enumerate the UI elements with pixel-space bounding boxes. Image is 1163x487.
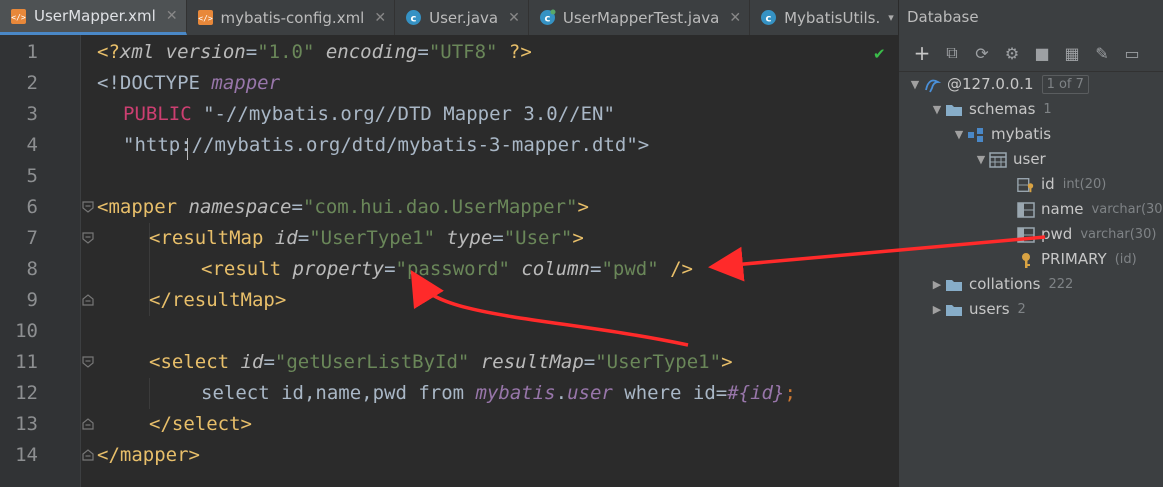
database-panel: Database + ⧉ ⟳ ⚙ ■ ▦ ✎ ▭ ▼ @127.0.0.1 1 … (898, 0, 1163, 487)
tab-label: UserMapperTest.java (562, 8, 720, 27)
column-icon (1017, 226, 1035, 244)
chevron-down-icon[interactable]: ▼ (929, 97, 945, 122)
chevron-down-icon[interactable]: ▾ (888, 11, 894, 24)
code-area[interactable]: <?xml version="1.0" encoding="UTF8" ?> <… (97, 35, 898, 487)
java-test-class-icon: c (539, 9, 556, 26)
svg-text:</>: </> (198, 14, 213, 23)
svg-text:</>: </> (11, 13, 26, 22)
line-number-gutter: 1 2 3 4 5 6 7 8 9 10 11 12 13 14 (0, 35, 81, 487)
code-line-7: <resultMap id="UserType1" type="User"> (149, 227, 584, 249)
tree-item-users[interactable]: ▶ users 2 (929, 297, 1026, 322)
chevron-down-icon[interactable]: ▼ (907, 72, 923, 97)
chevron-down-icon[interactable]: ▼ (973, 147, 989, 172)
tab-usermapper-xml[interactable]: </> UserMapper.xml ✕ (0, 0, 187, 35)
svg-text:c: c (766, 14, 772, 25)
java-class-icon: c (760, 9, 777, 26)
line-number: 7 (26, 227, 38, 249)
tree-item-key-primary[interactable]: PRIMARY (id) (1017, 247, 1137, 272)
close-icon[interactable]: ✕ (374, 10, 386, 26)
code-line-2: <!DOCTYPE mapper (97, 72, 281, 94)
line-number: 5 (26, 165, 38, 187)
xml-file-icon: </> (197, 9, 214, 26)
line-number: 9 (26, 289, 38, 311)
code-editor[interactable]: 1 2 3 4 5 6 7 8 9 10 11 12 13 14 ✔ <?xml… (0, 35, 898, 487)
code-line-9: </resultMap> (149, 289, 287, 311)
code-line-6: <mapper namespace="com.hui.dao.UserMappe… (97, 196, 589, 218)
fold-close-icon[interactable] (81, 293, 95, 307)
chevron-right-icon[interactable]: ▶ (929, 297, 945, 322)
tab-label: MybatisUtils. (784, 8, 881, 27)
tab-user-java[interactable]: c User.java ✕ (395, 0, 529, 35)
tab-mybatis-config-xml[interactable]: </> mybatis-config.xml ✕ (187, 0, 396, 35)
line-number: 14 (15, 444, 38, 466)
table-view-icon[interactable]: ▦ (1057, 38, 1087, 68)
line-number: 6 (26, 196, 38, 218)
fold-close-icon[interactable] (81, 417, 95, 431)
console-icon[interactable]: ▭ (1117, 38, 1147, 68)
copy-icon[interactable]: ⧉ (937, 38, 967, 68)
fold-open-icon[interactable] (81, 200, 95, 214)
tree-item-table-user[interactable]: ▼ user (973, 147, 1046, 172)
folder-icon (945, 301, 963, 319)
code-line-11: <select id="getUserListById" resultMap="… (149, 351, 733, 373)
fold-open-icon[interactable] (81, 231, 95, 245)
fold-close-icon[interactable] (81, 448, 95, 462)
fold-open-icon[interactable] (81, 355, 95, 369)
tree-item-column-pwd[interactable]: pwd varchar(30) (1017, 222, 1156, 247)
tab-usermappertest-java[interactable]: c UserMapperTest.java ✕ (529, 0, 751, 35)
refresh-icon[interactable]: ⟳ (967, 38, 997, 68)
tab-label: mybatis-config.xml (220, 8, 365, 27)
stop-icon[interactable]: ■ (1027, 38, 1057, 68)
code-line-14: </mapper> (97, 444, 200, 466)
code-line-12: select id,name,pwd from mybatis.user whe… (201, 382, 796, 404)
code-line-4: "http://mybatis.org/dtd/mybatis-3-mapper… (123, 134, 650, 156)
tools-icon[interactable]: ⚙ (997, 38, 1027, 68)
chevron-down-icon[interactable]: ▼ (951, 122, 967, 147)
line-number: 8 (26, 258, 38, 280)
line-number: 13 (15, 413, 38, 435)
tab-mybatisutils-java[interactable]: c MybatisUtils. ▾ (750, 0, 898, 35)
key-icon (1017, 251, 1035, 269)
mysql-datasource-icon (923, 76, 941, 94)
chevron-right-icon[interactable]: ▶ (929, 272, 945, 297)
tab-label: User.java (429, 8, 499, 27)
code-line-13: </select> (149, 413, 252, 435)
tree-item-schemas[interactable]: ▼ schemas 1 (929, 97, 1052, 122)
edit-icon[interactable]: ✎ (1087, 38, 1117, 68)
code-line-1: <?xml version="1.0" encoding="UTF8" ?> (97, 41, 532, 63)
line-number: 4 (26, 134, 38, 156)
folder-icon (945, 276, 963, 294)
line-number: 2 (26, 72, 38, 94)
close-icon[interactable]: ✕ (729, 10, 741, 26)
tree-item-column-name[interactable]: name varchar(30 (1017, 197, 1163, 222)
close-icon[interactable]: ✕ (508, 10, 520, 26)
column-icon (1017, 201, 1035, 219)
table-icon (989, 151, 1007, 169)
text-cursor (187, 138, 188, 160)
svg-text:c: c (544, 14, 550, 25)
close-icon[interactable]: ✕ (166, 8, 178, 24)
tab-label: UserMapper.xml (34, 7, 156, 25)
primary-key-column-icon (1017, 176, 1035, 194)
code-line-3: PUBLIC "-//mybatis.org//DTD Mapper 3.0//… (123, 103, 615, 125)
add-icon[interactable]: + (907, 38, 937, 68)
line-number: 1 (26, 41, 38, 63)
tree-item-host[interactable]: ▼ @127.0.0.1 1 of 7 (907, 72, 1089, 97)
line-number: 3 (26, 103, 38, 125)
database-panel-title: Database (907, 8, 979, 26)
line-number: 12 (15, 382, 38, 404)
line-number: 10 (15, 320, 38, 342)
editor-tab-bar: </> UserMapper.xml ✕ </> mybatis-config.… (0, 0, 898, 36)
database-toolbar: + ⧉ ⟳ ⚙ ■ ▦ ✎ ▭ (899, 35, 1163, 72)
xml-file-icon: </> (10, 8, 27, 25)
folder-icon (945, 101, 963, 119)
java-class-icon: c (405, 9, 422, 26)
tree-item-column-id[interactable]: id int(20) (1017, 172, 1106, 197)
svg-text:c: c (411, 14, 417, 25)
tree-item-collations[interactable]: ▶ collations 222 (929, 272, 1074, 297)
code-line-8: <result property="password" column="pwd"… (201, 258, 693, 280)
line-number: 11 (15, 351, 38, 373)
schema-icon (967, 126, 985, 144)
tree-item-schema-mybatis[interactable]: ▼ mybatis (951, 122, 1051, 147)
